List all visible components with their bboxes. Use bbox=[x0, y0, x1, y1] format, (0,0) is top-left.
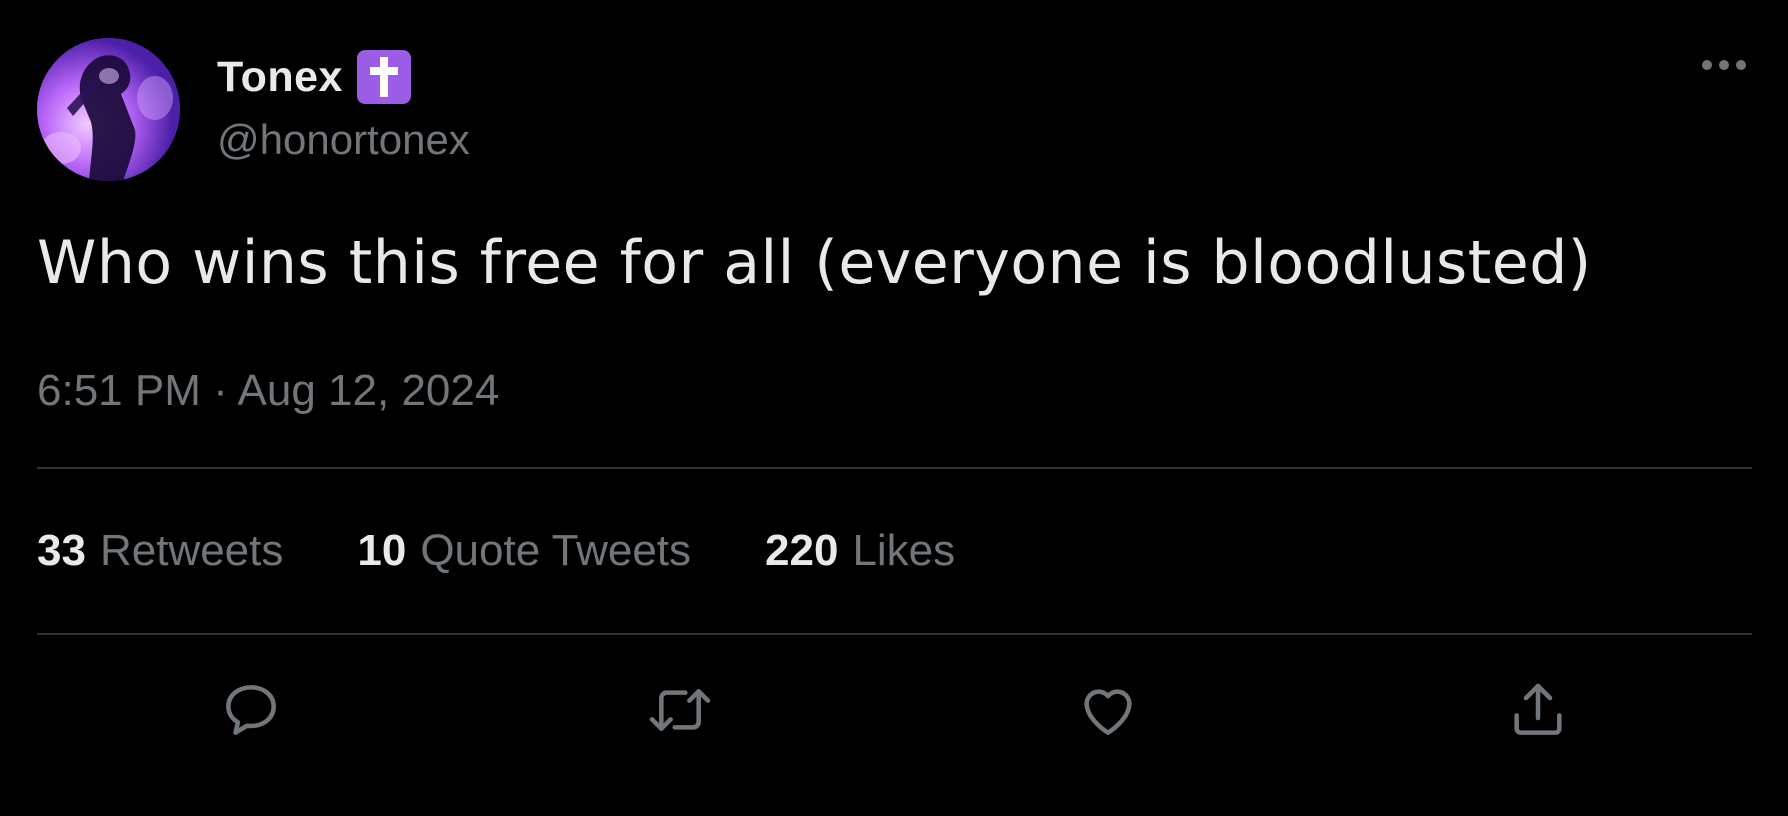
user-handle[interactable]: @honortonex bbox=[217, 116, 470, 164]
engagement-stats: 33 Retweets 10 Quote Tweets 220 Likes bbox=[37, 526, 955, 576]
avatar[interactable] bbox=[37, 38, 180, 181]
avatar-image bbox=[37, 38, 180, 181]
reply-icon bbox=[226, 685, 276, 735]
tweet-detail: Tonex @honortonex Who wins this free for… bbox=[0, 0, 1788, 816]
divider bbox=[37, 633, 1752, 635]
display-name-row: Tonex bbox=[217, 48, 411, 106]
retweets-stat[interactable]: 33 Retweets bbox=[37, 526, 283, 576]
like-button[interactable] bbox=[1068, 670, 1148, 750]
quote-tweets-stat[interactable]: 10 Quote Tweets bbox=[357, 526, 691, 576]
reply-button[interactable] bbox=[211, 670, 291, 750]
share-button[interactable] bbox=[1498, 670, 1578, 750]
more-icon bbox=[1702, 60, 1746, 70]
tweet-timestamp[interactable]: 6:51 PM · Aug 12, 2024 bbox=[37, 366, 499, 416]
tweet-text: Who wins this free for all (everyone is … bbox=[37, 228, 1592, 298]
likes-count: 220 bbox=[765, 526, 839, 575]
likes-stat[interactable]: 220 Likes bbox=[765, 526, 955, 576]
retweet-button[interactable] bbox=[640, 670, 720, 750]
share-icon bbox=[1514, 683, 1562, 735]
action-bar bbox=[0, 670, 1788, 750]
more-options-button[interactable] bbox=[1692, 50, 1756, 80]
retweet-icon bbox=[649, 689, 711, 731]
heart-icon bbox=[1084, 689, 1132, 735]
retweets-count: 33 bbox=[37, 526, 86, 575]
retweets-label: Retweets bbox=[99, 526, 284, 575]
likes-label: Likes bbox=[852, 526, 956, 575]
display-name[interactable]: Tonex bbox=[217, 53, 343, 102]
latin-cross-icon bbox=[356, 50, 411, 104]
quote-tweets-label: Quote Tweets bbox=[420, 526, 692, 575]
quote-tweets-count: 10 bbox=[357, 526, 407, 575]
divider bbox=[37, 467, 1752, 469]
